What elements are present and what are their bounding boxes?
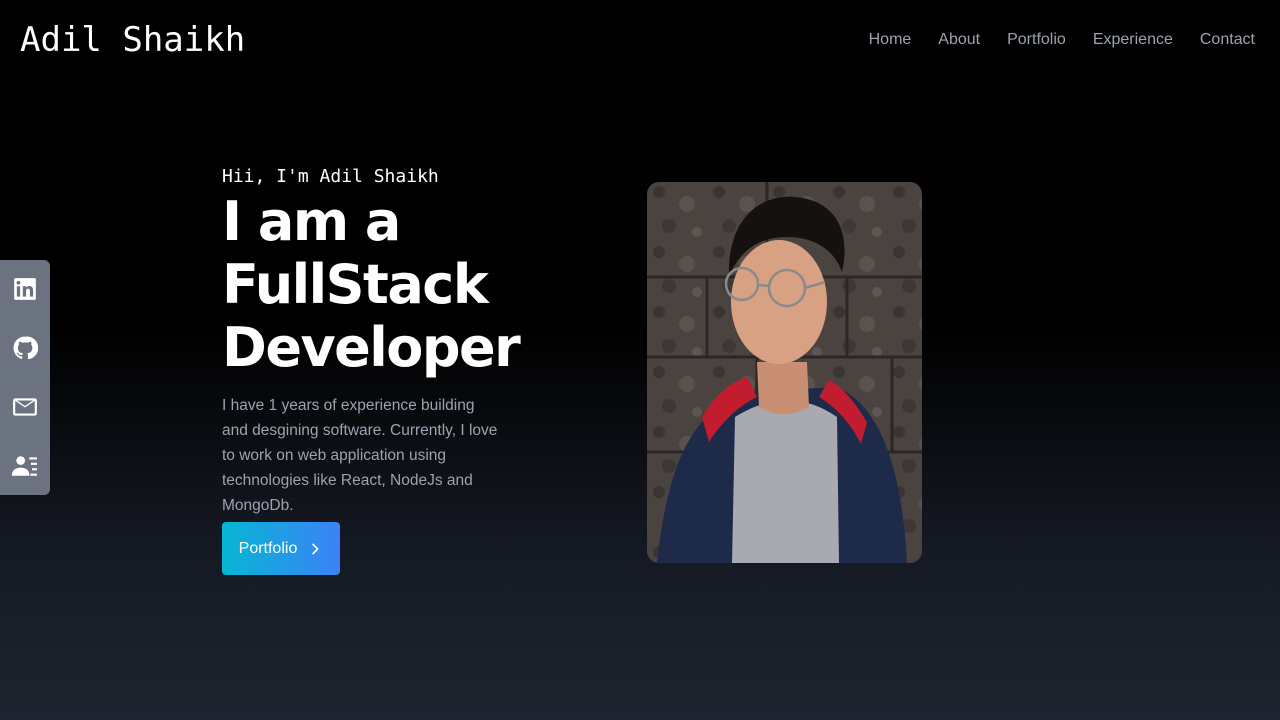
hero-headline: I am a FullStack Developer xyxy=(222,190,521,379)
nav-link-about[interactable]: About xyxy=(938,28,980,52)
hero-description: I have 1 years of experience building an… xyxy=(222,397,498,514)
nav-link-portfolio[interactable]: Portfolio xyxy=(1007,28,1066,52)
nav-link-home[interactable]: Home xyxy=(869,28,912,52)
nav-link-experience[interactable]: Experience xyxy=(1093,28,1173,52)
social-links-bar xyxy=(0,260,50,495)
site-logo[interactable]: Adil Shaikh xyxy=(20,18,245,62)
chevron-right-icon xyxy=(312,543,319,554)
social-link-resume[interactable] xyxy=(0,437,50,495)
profile-photo xyxy=(647,182,922,563)
hero-greeting: Hii, I'm Adil Shaikh xyxy=(222,166,439,187)
headline-line-2: FullStack xyxy=(222,253,489,316)
headline-line-3: Developer xyxy=(222,316,521,379)
portfolio-button[interactable]: Portfolio xyxy=(222,522,340,575)
navbar: Adil Shaikh Home About Portfolio Experie… xyxy=(0,0,1280,80)
social-link-linkedin[interactable] xyxy=(0,260,50,318)
github-icon xyxy=(13,336,38,360)
profile-photo-illustration xyxy=(647,182,922,563)
portfolio-button-label: Portfolio xyxy=(238,539,298,557)
hero-section: Hii, I'm Adil Shaikh I am a FullStack De… xyxy=(222,164,521,518)
headline-line-1: I am a xyxy=(222,190,401,253)
resume-icon xyxy=(12,455,37,476)
nav-links: Home About Portfolio Experience Contact xyxy=(869,28,1255,52)
social-link-email[interactable] xyxy=(0,378,50,436)
mail-icon xyxy=(13,398,37,416)
social-link-github[interactable] xyxy=(0,319,50,377)
linkedin-icon xyxy=(14,278,36,301)
nav-link-contact[interactable]: Contact xyxy=(1200,28,1255,52)
